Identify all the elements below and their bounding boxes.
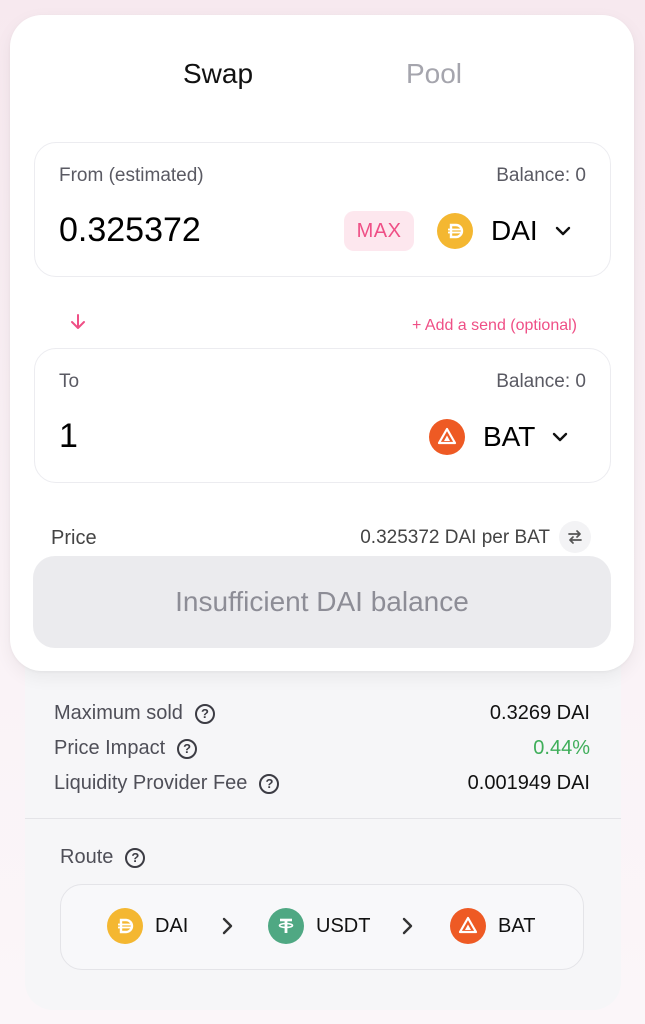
chevron-right-icon xyxy=(222,917,233,935)
chevron-right-icon xyxy=(402,917,413,935)
detail-value: 0.44% xyxy=(533,737,590,759)
detail-value: 0.001949 DAI xyxy=(467,772,590,794)
price-value: 0.325372 DAI per BAT xyxy=(360,527,550,548)
help-icon[interactable]: ? xyxy=(125,847,146,868)
route-token-symbol: BAT xyxy=(498,914,536,937)
route-hop-bat[interactable]: BAT xyxy=(450,907,535,945)
dai-coin-icon xyxy=(107,908,143,944)
detail-label: Price Impact xyxy=(54,737,166,759)
from-token-symbol: DAI xyxy=(491,215,538,246)
route-hop-usdt[interactable]: USDT xyxy=(268,907,370,945)
price-label: Price xyxy=(51,527,97,549)
invert-price-button[interactable] xyxy=(559,521,591,553)
insufficient-balance-button[interactable]: Insufficient DAI balance xyxy=(33,556,611,648)
detail-value: 0.3269 DAI xyxy=(489,702,590,724)
help-icon[interactable]: ? xyxy=(177,738,198,759)
usdt-coin-icon xyxy=(268,908,304,944)
route-token-symbol: USDT xyxy=(316,914,371,937)
to-token-symbol: BAT xyxy=(483,421,536,452)
detail-maximum-sold: Maximum sold ? 0.3269 DAI xyxy=(54,700,590,730)
from-label: From (estimated) xyxy=(59,165,204,186)
to-label: To xyxy=(59,371,80,392)
from-balance: Balance: 0 xyxy=(496,165,586,186)
divider xyxy=(25,818,621,819)
tab-pool[interactable]: Pool xyxy=(406,58,462,90)
detail-label: Liquidity Provider Fee xyxy=(54,772,248,794)
help-icon[interactable]: ? xyxy=(259,773,280,794)
to-token-select[interactable]: BAT xyxy=(429,417,569,457)
add-send-link[interactable]: + Add a send (optional) xyxy=(412,317,577,335)
detail-price-impact: Price Impact ? 0.44% xyxy=(54,735,590,765)
arrow-down-icon[interactable] xyxy=(70,313,86,331)
tab-swap[interactable]: Swap xyxy=(183,58,253,90)
detail-liquidity-fee: Liquidity Provider Fee ? 0.001949 DAI xyxy=(54,770,590,800)
swap-card: Swap Pool From (estimated) Balance: 0 0.… xyxy=(10,15,634,671)
to-balance: Balance: 0 xyxy=(496,371,586,392)
route-heading: Route ? xyxy=(60,846,146,869)
route-label: Route xyxy=(60,846,114,868)
to-amount-input[interactable]: 1 xyxy=(59,417,78,456)
from-token-select[interactable]: DAI xyxy=(437,211,572,251)
dai-coin-icon xyxy=(437,213,473,249)
detail-label: Maximum sold xyxy=(54,702,183,724)
bat-coin-icon xyxy=(450,908,486,944)
chevron-down-icon xyxy=(554,225,572,237)
from-input-panel: From (estimated) Balance: 0 0.325372 MAX… xyxy=(34,142,611,277)
route-token-symbol: DAI xyxy=(155,914,189,937)
swap-arrows-icon xyxy=(568,530,582,544)
route-hop-dai[interactable]: DAI xyxy=(107,907,188,945)
max-button[interactable]: MAX xyxy=(344,211,414,251)
route-path: DAI USDT BAT xyxy=(60,884,584,970)
chevron-down-icon xyxy=(551,431,569,443)
from-amount-input[interactable]: 0.325372 xyxy=(59,211,201,250)
bat-coin-icon xyxy=(429,419,465,455)
to-input-panel: To Balance: 0 1 BAT xyxy=(34,348,611,483)
help-icon[interactable]: ? xyxy=(194,703,215,724)
